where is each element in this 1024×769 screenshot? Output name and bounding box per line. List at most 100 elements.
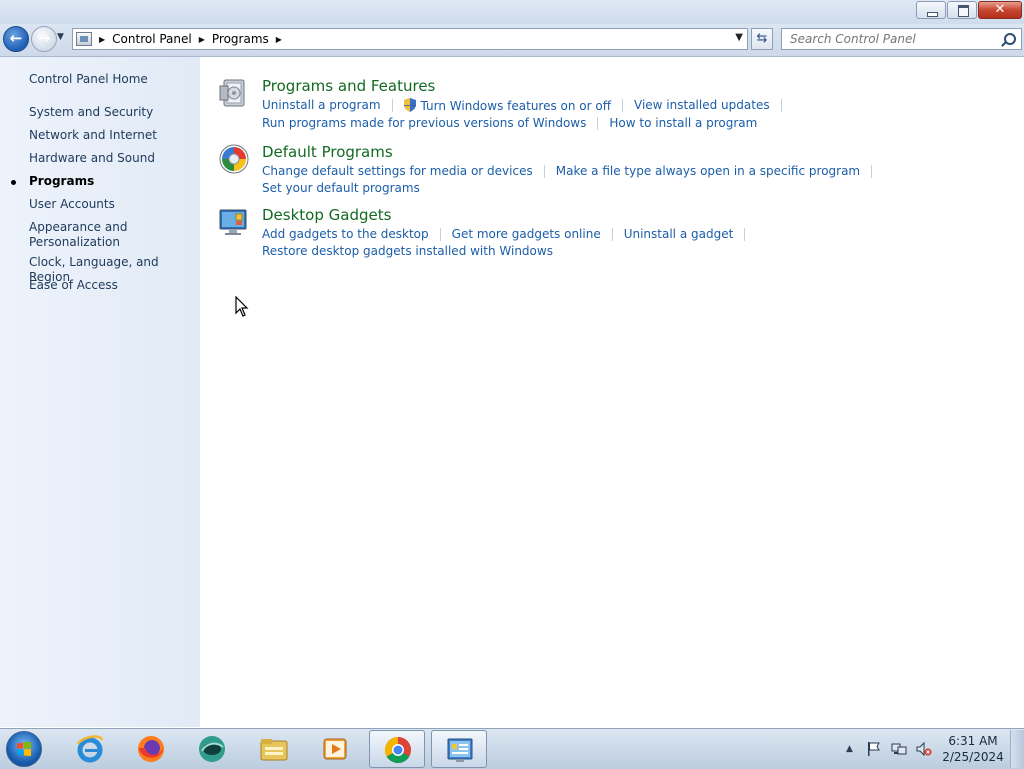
- breadcrumb-separator-icon[interactable]: ▶: [276, 35, 282, 44]
- recent-pages-dropdown[interactable]: ▼: [57, 32, 64, 42]
- taskbar-chrome[interactable]: [369, 730, 425, 768]
- link-divider: [391, 99, 393, 112]
- desktop-gadgets-icon[interactable]: [218, 206, 250, 238]
- default-programs-title[interactable]: Default Programs: [262, 143, 393, 161]
- close-button[interactable]: ✕: [978, 1, 1022, 19]
- minimize-button[interactable]: [916, 1, 946, 19]
- link-divider: [622, 99, 624, 112]
- chrome-icon: [384, 736, 411, 764]
- firefox-icon: [138, 736, 164, 762]
- sidebar-item-appearance-and-personalization[interactable]: Appearance and Personalization: [29, 220, 194, 250]
- internet-explorer-icon: [76, 735, 104, 763]
- programs-features-icon[interactable]: [218, 77, 250, 109]
- taskbar-file-explorer[interactable]: [246, 730, 302, 768]
- minimize-icon: [927, 12, 938, 17]
- uninstall-gadget-link[interactable]: Uninstall a gadget: [624, 227, 734, 241]
- desktop-gadgets-title[interactable]: Desktop Gadgets: [262, 206, 391, 224]
- link-row: Restore desktop gadgets installed with W…: [262, 244, 553, 258]
- window-controls: ✕: [916, 1, 1022, 19]
- title-bar: ✕: [0, 0, 1024, 24]
- main-content: Programs and Features Uninstall a progra…: [200, 57, 1024, 727]
- taskbar-firefox[interactable]: [123, 730, 179, 768]
- sidebar-item-control-panel-home[interactable]: Control Panel Home: [29, 72, 194, 87]
- close-icon: ✕: [994, 2, 1006, 17]
- refresh-icon: ⇆: [756, 31, 768, 46]
- link-row: Change default settings for media or dev…: [262, 164, 883, 178]
- run-older-programs-link[interactable]: Run programs made for previous versions …: [262, 116, 586, 130]
- uninstall-program-link[interactable]: Uninstall a program: [262, 98, 381, 113]
- control-panel-small-icon: [76, 32, 92, 46]
- taskbar-control-panel[interactable]: [431, 730, 487, 768]
- windows-features-label: Turn Windows features on or off: [420, 99, 612, 113]
- forward-button[interactable]: →: [31, 26, 57, 52]
- control-panel-icon: [447, 738, 473, 762]
- address-bar[interactable]: ▶ Control Panel ▶ Programs ▶ ▼: [72, 28, 748, 50]
- breadcrumb-programs[interactable]: Programs: [212, 32, 269, 46]
- sidebar-item-system-and-security[interactable]: System and Security: [29, 105, 194, 120]
- link-divider: [611, 228, 613, 241]
- link-divider: [543, 165, 545, 178]
- how-to-install-link[interactable]: How to install a program: [609, 116, 757, 130]
- breadcrumb-control-panel[interactable]: Control Panel: [112, 32, 192, 46]
- view-installed-updates-link[interactable]: View installed updates: [634, 98, 770, 113]
- sidebar-item-ease-of-access[interactable]: Ease of Access: [29, 278, 194, 293]
- taskbar-maxthon[interactable]: [184, 730, 240, 768]
- add-gadgets-link[interactable]: Add gadgets to the desktop: [262, 227, 429, 241]
- taskbar-media-player[interactable]: [307, 730, 363, 768]
- link-divider: [439, 228, 441, 241]
- set-default-programs-link[interactable]: Set your default programs: [262, 181, 420, 195]
- forward-arrow-icon: →: [37, 29, 51, 47]
- back-button[interactable]: ←: [3, 26, 29, 52]
- sidebar-item-hardware-and-sound[interactable]: Hardware and Sound: [29, 151, 194, 166]
- file-type-association-link[interactable]: Make a file type always open in a specif…: [556, 164, 860, 178]
- clock-time: 6:31 AM: [948, 734, 998, 748]
- link-row: Uninstall a program Turn Windows feature…: [262, 98, 793, 113]
- link-divider: [780, 99, 782, 112]
- link-row: Run programs made for previous versions …: [262, 116, 757, 130]
- start-button[interactable]: [6, 731, 42, 767]
- clock-date: 2/25/2024: [942, 750, 1004, 764]
- breadcrumb-separator-icon[interactable]: ▶: [199, 35, 205, 44]
- link-row: Add gadgets to the desktop Get more gadg…: [262, 227, 756, 241]
- restore-icon: [958, 5, 969, 17]
- action-center-flag-icon[interactable]: [866, 741, 882, 757]
- back-arrow-icon: ←: [9, 29, 23, 47]
- show-desktop-button[interactable]: [1010, 730, 1024, 768]
- address-dropdown-icon[interactable]: ▼: [735, 32, 743, 43]
- uac-shield-icon: [403, 98, 416, 112]
- more-gadgets-online-link[interactable]: Get more gadgets online: [452, 227, 601, 241]
- link-divider: [871, 165, 873, 178]
- maxthon-icon: [199, 736, 225, 762]
- media-devices-defaults-link[interactable]: Change default settings for media or dev…: [262, 164, 533, 178]
- refresh-button[interactable]: ⇆: [751, 28, 773, 50]
- current-item-bullet-icon: [11, 180, 16, 185]
- taskbar: ▲ 6:31 AM 2/25/2024: [0, 728, 1024, 769]
- windows-logo-icon: [17, 742, 31, 756]
- mouse-cursor-icon: [235, 296, 249, 317]
- sidebar-item-network-and-internet[interactable]: Network and Internet: [29, 128, 194, 143]
- navigation-bar: ← → ▼ ▶ Control Panel ▶ Programs ▶ ▼ ⇆: [0, 24, 1024, 57]
- restore-button[interactable]: [947, 1, 977, 19]
- search-input[interactable]: [788, 31, 1002, 47]
- media-player-icon: [323, 738, 347, 760]
- file-explorer-icon: [260, 739, 288, 761]
- default-programs-icon[interactable]: [218, 143, 250, 175]
- breadcrumb-separator-icon[interactable]: ▶: [99, 35, 105, 44]
- sidebar-item-user-accounts[interactable]: User Accounts: [29, 197, 194, 212]
- sidebar-item-programs[interactable]: Programs: [11, 174, 194, 189]
- link-divider: [744, 228, 746, 241]
- windows-features-link[interactable]: Turn Windows features on or off: [403, 98, 612, 113]
- network-icon[interactable]: [891, 741, 907, 757]
- restore-gadgets-link[interactable]: Restore desktop gadgets installed with W…: [262, 244, 553, 258]
- taskbar-internet-explorer[interactable]: [62, 730, 118, 768]
- show-hidden-icons-button[interactable]: ▲: [846, 744, 853, 754]
- link-divider: [597, 117, 599, 130]
- search-box[interactable]: [781, 28, 1022, 50]
- system-clock[interactable]: 6:31 AM 2/25/2024: [940, 733, 1006, 765]
- programs-and-features-title[interactable]: Programs and Features: [262, 77, 435, 95]
- search-icon[interactable]: [1004, 33, 1016, 45]
- sidebar-item-label: Programs: [29, 174, 95, 188]
- volume-muted-icon[interactable]: [916, 741, 932, 757]
- left-navigation-pane: Control Panel Home System and Security N…: [0, 57, 200, 727]
- link-row: Set your default programs: [262, 181, 420, 195]
